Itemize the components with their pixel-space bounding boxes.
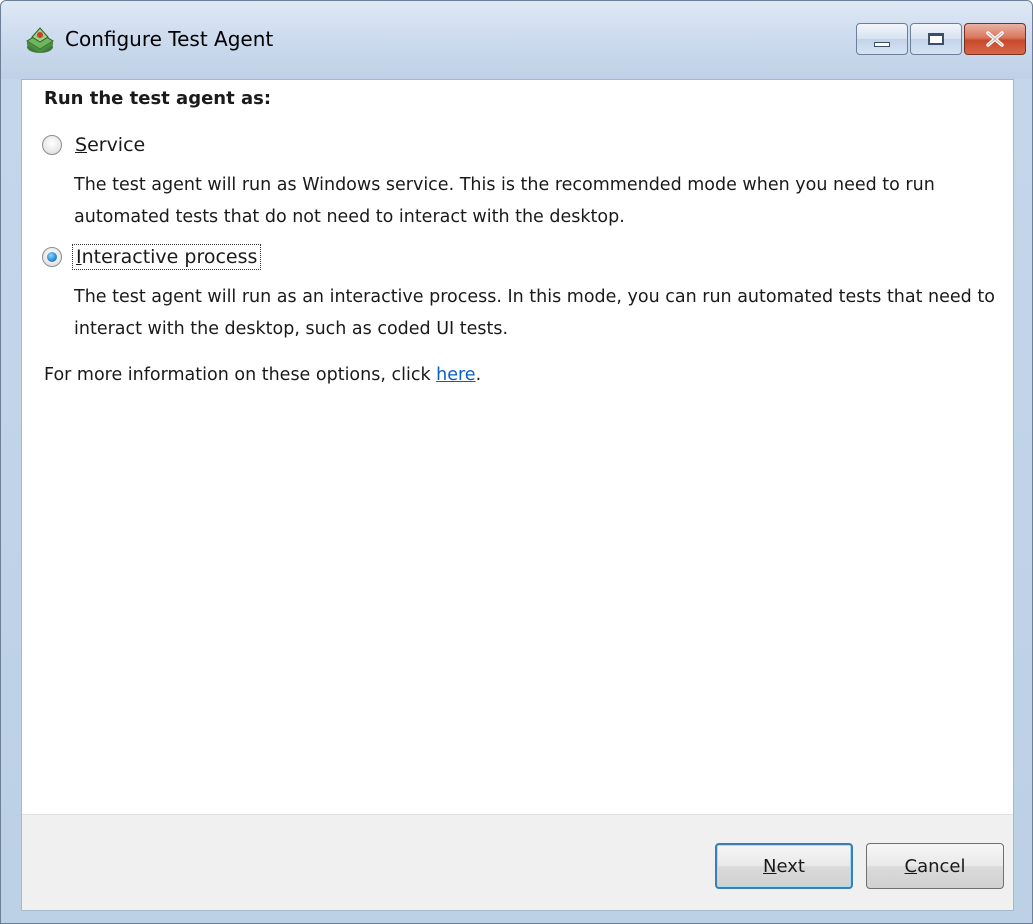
close-icon [986,31,1004,47]
cancel-button[interactable]: Cancel [866,843,1004,889]
button-bar: Next Cancel [22,814,1013,910]
interactive-process-option[interactable]: Interactive process [42,244,262,270]
maximize-button[interactable] [910,23,962,55]
next-button[interactable]: Next [715,843,853,889]
more-info-text: For more information on these options, c… [44,365,482,385]
close-button[interactable] [964,23,1026,55]
interactive-process-radio[interactable] [42,247,62,267]
title-bar[interactable]: Configure Test Agent [1,1,1032,79]
configure-test-agent-window: Configure Test Agent Run the test agent … [0,0,1033,924]
test-agent-icon [26,27,54,53]
interactive-process-description: The test agent will run as an interactiv… [74,287,995,339]
window-title: Configure Test Agent [65,27,274,51]
run-as-heading: Run the test agent as: [44,88,272,109]
service-option[interactable]: Service [42,133,148,157]
service-radio[interactable] [42,135,62,155]
service-label[interactable]: Service [72,133,148,157]
caption-buttons [856,23,1026,55]
maximize-icon [928,33,944,45]
service-description: The test agent will run as Windows servi… [74,175,935,227]
minimize-button[interactable] [856,23,908,55]
minimize-icon [874,41,890,47]
dialog-content: Run the test agent as: Service The test … [21,79,1014,911]
interactive-process-label[interactable]: Interactive process [72,244,262,270]
more-info-link[interactable]: here [436,365,475,385]
